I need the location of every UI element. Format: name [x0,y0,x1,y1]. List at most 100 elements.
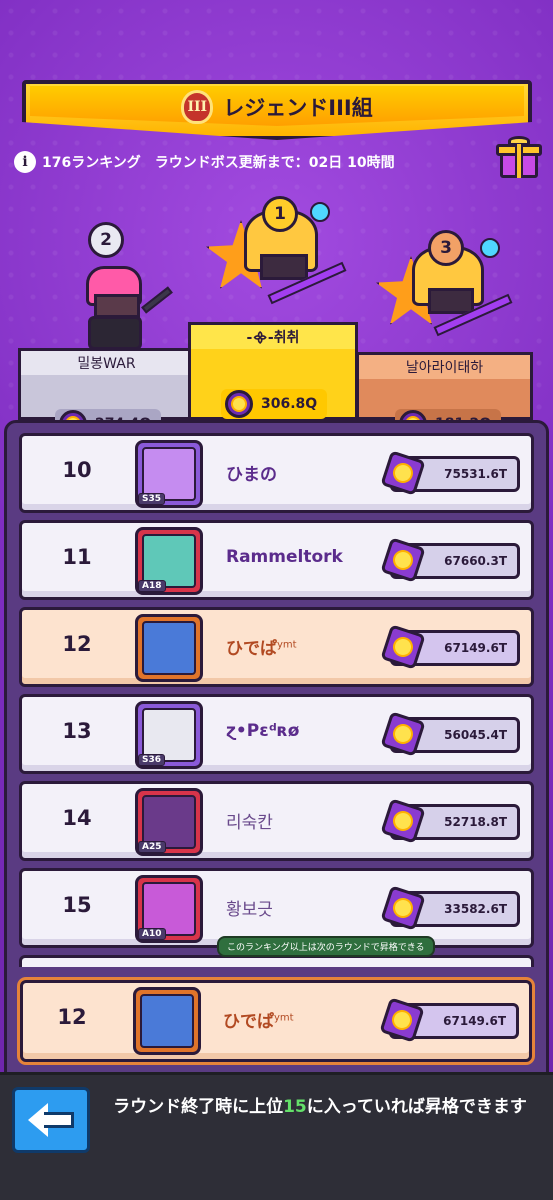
medal-number: 1 [274,204,286,224]
trophy-coin-icon [380,624,426,670]
trophy-coin-icon [379,997,425,1043]
avatar[interactable] [135,614,203,682]
player-name: ひでぱymt [223,1007,294,1032]
avatar-tier-tag: S35 [138,493,166,505]
score-pill: 56045.4T [380,711,520,757]
magic-orb-icon [480,238,500,258]
character-face [94,294,140,318]
ranking-row[interactable]: 11 A18 Rammeltork 67660.3T [19,520,534,600]
score-pill: 67149.6T [379,997,519,1043]
avatar-tier-tag: A25 [138,841,166,853]
league-banner: III レジェンドIII組 [22,80,532,140]
ranking-row[interactable]: 13 S36 ɀ•Pɛᵈʀø 56045.4T [19,694,534,774]
score-value: 33582.6T [444,902,507,916]
score-pill: 67149.6T [380,624,520,670]
back-arrow-icon [28,1103,74,1137]
trophy-coin-icon [380,711,426,757]
podium-score: 306.8Q [221,389,328,419]
podium-name: -᯽-취취 [188,322,358,352]
score-pill: 33582.6T [380,885,520,931]
league-shield-icon: III [181,90,214,124]
avatar[interactable]: A25 [135,788,203,856]
ranking-row[interactable]: 10 S35 ひまの 75531.6T [19,433,534,513]
trophy-coin-icon [380,537,426,583]
avatar[interactable]: S35 [135,440,203,508]
score-value: 67660.3T [444,554,507,568]
score-value: 52718.8T [444,815,507,829]
character-body [88,316,142,350]
score-value: 67149.6T [443,1014,506,1028]
rank-medal-icon: 1 [262,196,298,232]
player-name: Rammeltork [226,547,343,567]
podium-first: -᯽-취취 306.8Q [188,322,358,420]
trophy-coin-icon [380,450,426,496]
promotion-message-after: に入っていれば昇格できます [306,1097,527,1117]
avatar-tier-tag: A18 [138,580,166,592]
rank-number: 12 [62,632,92,656]
first-place-character[interactable]: 1 [206,196,356,326]
gift-icon[interactable] [496,136,542,180]
arrow-shaft [44,1112,74,1128]
avatar[interactable]: A18 [135,527,203,595]
score-value: 67149.6T [444,641,507,655]
podium-score-value: 306.8Q [261,396,318,412]
rank-medal-icon: 3 [428,230,464,266]
league-title: レジェンドIII組 [223,96,373,120]
player-name-suffix: ymt [277,639,297,651]
trophy-coin-icon [380,885,426,931]
player-name-suffix: ymt [274,1012,294,1024]
rank-number: 12 [57,1005,87,1029]
ranking-row-self[interactable]: 12 ひでぱymt 67149.6T [19,607,534,687]
score-value: 56045.4T [444,728,507,742]
avatar[interactable] [133,987,201,1055]
score-pill: 75531.6T [380,450,520,496]
podium-body: 306.8Q [188,349,358,420]
ranking-list[interactable]: 10 S35 ひまの 75531.6T 11 A18 Rammeltork 67… [19,433,534,967]
avatar[interactable]: S36 [135,701,203,769]
podium-name: 날아라이태하 [356,352,533,382]
my-rank-row[interactable]: 12 ひでぱymt 67149.6T [20,980,532,1062]
info-icon[interactable]: i [14,151,36,173]
second-place-character[interactable]: 2 [80,222,173,350]
medal-number: 3 [440,238,452,258]
promotion-line-note: このランキング以上は次のラウンドで昇格できる [217,936,435,957]
player-name-text: ひでぱ [226,639,277,659]
avatar-tier-tag: A10 [138,928,166,940]
promotion-message-before: ラウンド終了時に上位 [113,1097,284,1117]
league-badge-label: III [187,99,208,115]
promotion-threshold: 15 [283,1097,307,1117]
rank-medal-icon: 2 [88,222,124,258]
magic-orb-icon [310,202,330,222]
player-name: ɀ•Pɛᵈʀø [226,721,300,741]
ranking-row[interactable]: 14 A25 리숙칸 52718.8T [19,781,534,861]
podium-name: 밀봉WAR [18,348,195,378]
podium-third: 날아라이태하 181.2Q [356,352,533,439]
ranking-row[interactable]: 15 A10 황보긋 33582.6T このランキング以上は次のラウンドで昇格で… [19,868,534,957]
player-name: 황보긋 [226,900,273,920]
trophy-coin-icon [380,798,426,844]
back-button[interactable] [12,1087,90,1153]
character-face [428,288,474,314]
ranking-info-text: 176ランキング ラウンドボス更新まで：02日 10時間 [42,155,395,171]
third-place-character[interactable]: 3 [376,226,526,354]
avatar-tier-tag: S36 [138,754,166,766]
player-name: ひでぱymt [226,634,297,659]
avatar-image [142,621,196,675]
rank-number: 13 [62,719,92,743]
podium-body: 181.2Q [356,379,533,439]
medal-number: 2 [100,230,112,250]
avatar[interactable]: A10 [135,875,203,943]
podium-second: 밀봉WAR 274.4Q [18,348,195,439]
score-pill: 67660.3T [380,537,520,583]
weapon-icon [141,286,173,314]
rank-number: 11 [62,545,92,569]
podium-body: 274.4Q [18,375,195,439]
rank-number: 10 [62,458,92,482]
score-value: 75531.6T [444,467,507,481]
footer-bar: ラウンド終了時に上位15に入っていれば昇格できます [0,1072,553,1200]
banner-content: III レジェンドIII組 [22,90,532,124]
rank-number: 14 [62,806,92,830]
score-pill: 52718.8T [380,798,520,844]
gift-ribbon [515,144,523,178]
player-name: 리숙칸 [226,813,273,833]
